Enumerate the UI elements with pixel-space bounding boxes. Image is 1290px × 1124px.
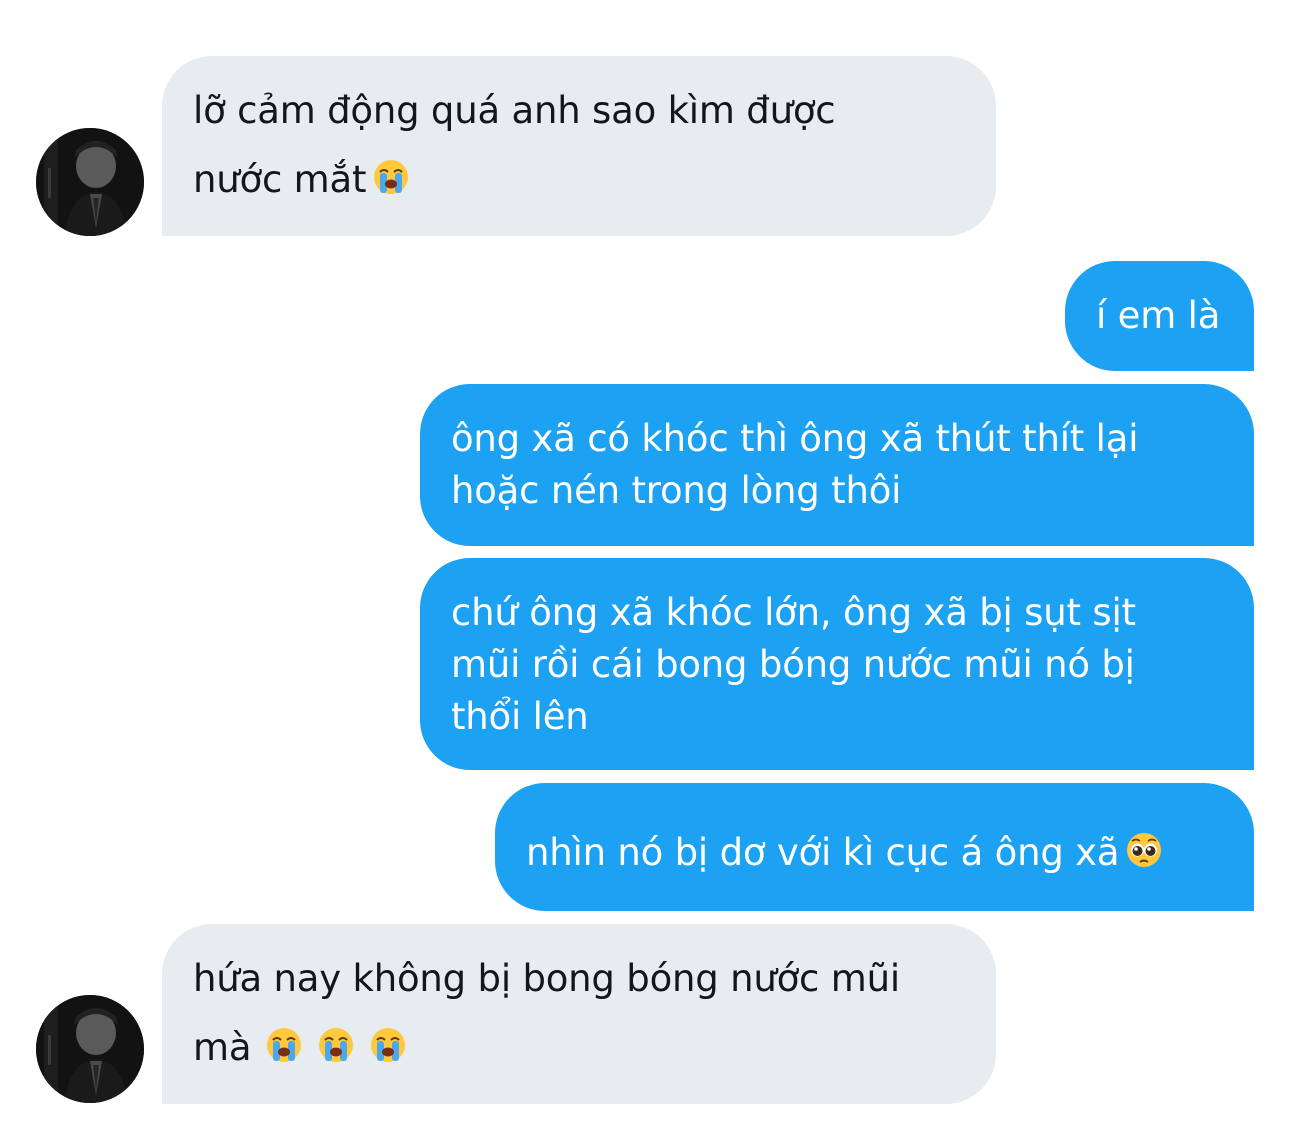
message-bubble[interactable]: lỡ cảm động quá anh sao kìm được nước mắ… [162, 56, 996, 236]
message-text-line-with-emoji: nước mắt [193, 158, 410, 198]
message-text-line: lỡ cảm động quá anh sao kìm được [193, 89, 836, 132]
message-text: mà [193, 1026, 252, 1069]
message-text: nhìn nó bị dơ với kì cục á ông xã [526, 831, 1120, 874]
message-bubble[interactable]: chứ ông xã khóc lớn, ông xã bị sụt sịt m… [420, 558, 1254, 770]
loudly-crying-face-icon [372, 158, 410, 196]
message-text-line-with-emoji: mà [193, 1026, 407, 1066]
message-text-line-with-emoji: nhìn nó bị dơ với kì cục á ông xã [526, 831, 1163, 871]
message-bubble[interactable]: ông xã có khóc thì ông xã thút thít lại … [420, 384, 1254, 546]
message-bubble[interactable]: nhìn nó bị dơ với kì cục á ông xã [495, 783, 1254, 911]
message-text: nước mắt [193, 158, 367, 201]
message-text-line: hoặc nén trong lòng thôi [451, 469, 902, 512]
loudly-crying-face-icon [265, 1026, 303, 1064]
message-text-line: í em là [1096, 294, 1221, 337]
loudly-crying-face-icon [369, 1026, 407, 1064]
message-text-line: chứ ông xã khóc lớn, ông xã bị sụt sịt [451, 591, 1136, 634]
message-text-line: mũi rồi cái bong bóng nước mũi nó bị [451, 643, 1135, 686]
message-bubble[interactable]: hứa nay không bị bong bóng nước mũi mà [162, 924, 996, 1104]
sender-avatar[interactable] [36, 128, 144, 236]
message-text-line: thổi lên [451, 695, 589, 738]
message-text-line: ông xã có khóc thì ông xã thút thít lại [451, 417, 1139, 460]
sender-avatar[interactable] [36, 995, 144, 1103]
loudly-crying-face-icon [317, 1026, 355, 1064]
message-text-line: hứa nay không bị bong bóng nước mũi [193, 957, 900, 1000]
pleading-face-icon [1125, 831, 1163, 869]
message-bubble[interactable]: í em là [1065, 261, 1254, 371]
